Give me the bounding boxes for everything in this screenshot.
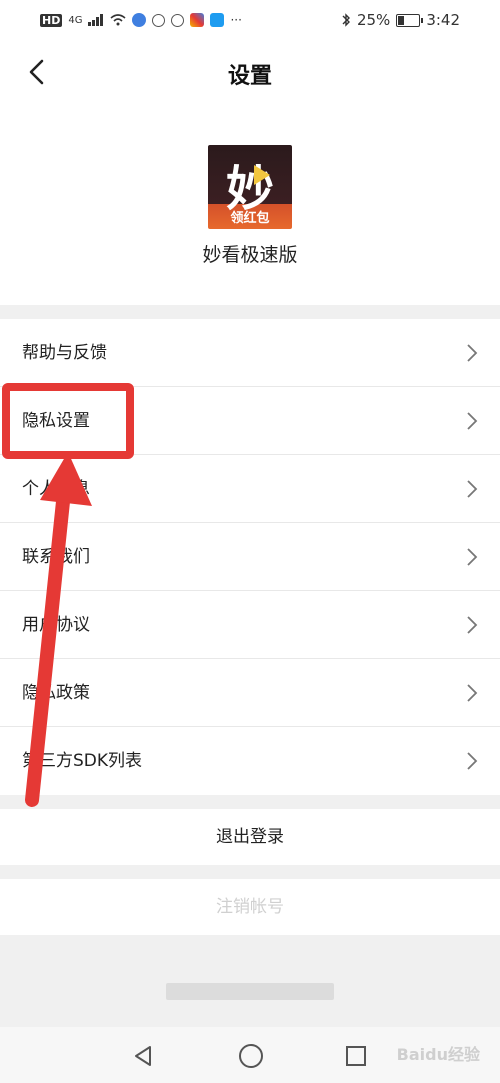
annotation-arrow-icon: [25, 452, 92, 807]
